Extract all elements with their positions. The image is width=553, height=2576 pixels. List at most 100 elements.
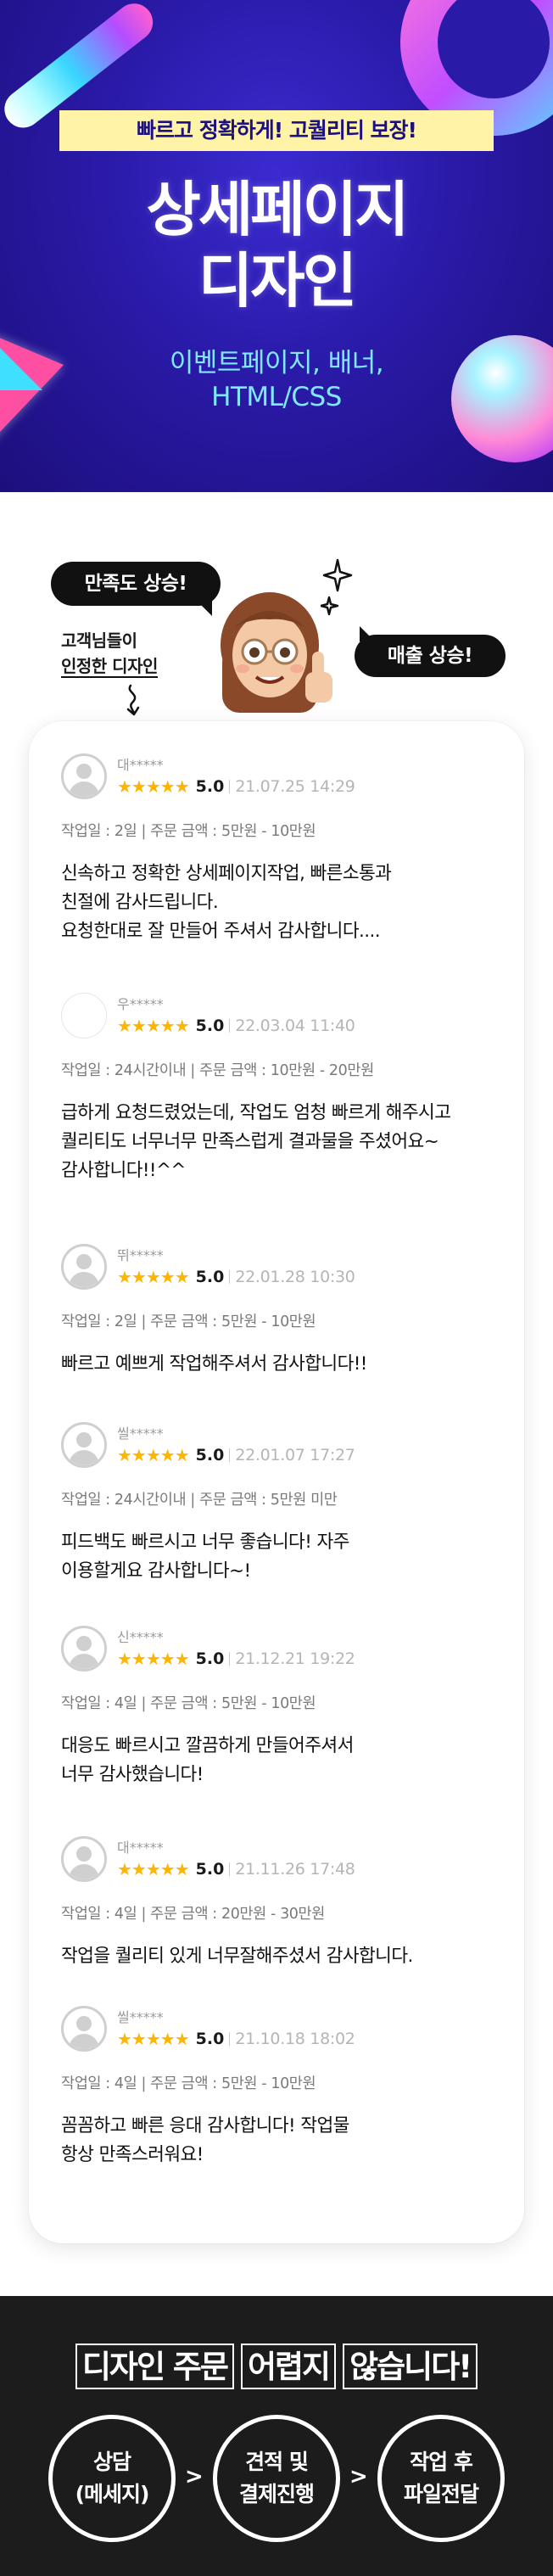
- intro-caption-line1: 고객님들이: [61, 630, 137, 651]
- review-item: 우***** ★★★★★ 5.0 22.03.04 11:40 작업일 : 24…: [61, 991, 492, 1242]
- divider: [229, 1862, 231, 1876]
- chevron-right-icon: >: [349, 2464, 368, 2489]
- reviewer-name: 대*****: [117, 757, 164, 773]
- user-avatar-icon: [61, 2006, 107, 2052]
- hero-subtitle-line2: HTML/CSS: [211, 382, 342, 412]
- hero-title-line2: 디자인: [198, 246, 357, 316]
- review-text: 신속하고 정확한 상세페이지작업, 빠른소통과 친절에 감사드립니다. 요청한대…: [61, 863, 392, 942]
- review-item: 신***** ★★★★★ 5.0 21.12.21 19:22 작업일 : 4일…: [61, 1624, 492, 1834]
- review-meta: 작업일 : 4일 | 주문 금액 : 20만원 - 30만원: [61, 1906, 325, 1923]
- review-item: 대***** ★★★★★ 5.0 21.11.26 17:48 작업일 : 4일…: [61, 1834, 492, 2004]
- rating-score: 5.0: [195, 1016, 225, 1035]
- rating-score: 5.0: [195, 2030, 225, 2048]
- divider: [229, 1448, 231, 1462]
- step-estimate-payment: 견적 및 결제진행: [213, 2415, 340, 2542]
- user-avatar-icon: [61, 993, 107, 1039]
- review-text: 작업을 퀄리티 있게 너무잘해주셨서 감사합니다.: [61, 1946, 413, 1967]
- reviews-intro: 만족도 상승! 고객님들이 인정한 디자인 매출 상승!: [0, 492, 553, 721]
- review-date: 21.11.26 17:48: [235, 1860, 355, 1879]
- chevron-right-icon: >: [185, 2464, 204, 2489]
- intro-caption: 고객님들이 인정한 디자인: [61, 628, 158, 679]
- review-text: 빠르고 예쁘게 작업해주셔서 감사합니다!!: [61, 1353, 367, 1375]
- rating-score: 5.0: [195, 1649, 225, 1668]
- review-date: 22.01.07 17:27: [235, 1446, 355, 1464]
- step-delivery: 작업 후 파일전달: [377, 2415, 505, 2542]
- process-heading-word: 않습니다!: [343, 2344, 478, 2389]
- divider: [229, 1270, 231, 1284]
- hero-tagline: 빠르고 정확하게! 고퀄리티 보장!: [59, 110, 494, 151]
- rating-row: ★★★★★ 5.0 22.01.28 10:30: [117, 1266, 355, 1288]
- star-rating-icon: ★★★★★: [117, 2029, 190, 2049]
- process-heading: 디자인 주문 어렵지 않습니다!: [0, 2344, 553, 2389]
- rating-score: 5.0: [195, 1860, 225, 1879]
- rating-row: ★★★★★ 5.0 21.11.26 17:48: [117, 1858, 355, 1880]
- review-text: 꼼꼼하고 빠른 응대 감사합니다! 작업물 항상 만족스러워요!: [61, 2115, 349, 2165]
- review-item: 씰***** ★★★★★ 5.0 22.01.07 17:27 작업일 : 24…: [61, 1420, 492, 1624]
- review-date: 22.01.28 10:30: [235, 1268, 355, 1286]
- reviewer-name: 우*****: [117, 996, 164, 1012]
- review-meta: 작업일 : 24시간이내 | 주문 금액 : 5만원 미만: [61, 1492, 338, 1509]
- reviews-section: 대***** ★★★★★ 5.0 21.07.25 14:29 작업일 : 2일…: [0, 721, 553, 2296]
- user-avatar-icon: [61, 1244, 107, 1290]
- order-process-section: 디자인 주문 어렵지 않습니다! 상담 (메세지) > 견적 및 결제진행 > …: [0, 2296, 553, 2576]
- step-label-line1: 작업 후: [410, 2450, 473, 2474]
- review-text: 대응도 빠르시고 깔끔하게 만들어주셔서 너무 감사했습니다!: [61, 1735, 354, 1785]
- rating-row: ★★★★★ 5.0 21.12.21 19:22: [117, 1648, 355, 1670]
- process-heading-word: 디자인 주문: [75, 2344, 234, 2389]
- review-text: 피드백도 빠르시고 너무 좋습니다! 자주 이용할게요 감사합니다~!: [61, 1532, 349, 1582]
- user-avatar-icon: [61, 1422, 107, 1468]
- satisfaction-bubble: 만족도 상승!: [51, 562, 221, 616]
- star-rating-icon: ★★★★★: [117, 1445, 190, 1465]
- step-consultation: 상담 (메세지): [48, 2415, 176, 2542]
- reviewer-name: 대*****: [117, 1840, 164, 1856]
- review-meta: 작업일 : 2일 | 주문 금액 : 5만원 - 10만원: [61, 1313, 316, 1330]
- divider: [229, 1652, 231, 1666]
- reviewer-name: 씰*****: [117, 2009, 164, 2025]
- intro-caption-line2: 인정한 디자인: [61, 656, 158, 678]
- review-item: 뛰***** ★★★★★ 5.0 22.01.28 10:30 작업일 : 2일…: [61, 1242, 492, 1420]
- hero-subtitle-line1: 이벤트페이지, 배너,: [169, 348, 384, 378]
- divider: [229, 2032, 231, 2046]
- review-date: 21.10.18 18:02: [235, 2030, 355, 2048]
- hero-title-line1: 상세페이지: [146, 175, 410, 244]
- reviewer-name: 신*****: [117, 1629, 164, 1645]
- review-meta: 작업일 : 24시간이내 | 주문 금액 : 10만원 - 20만원: [61, 1062, 374, 1079]
- curly-arrow-icon: [126, 684, 140, 716]
- step-label-line2: 파일전달: [403, 2482, 479, 2506]
- sales-bubble: 매출 상승!: [355, 626, 506, 677]
- rating-row: ★★★★★ 5.0 21.10.18 18:02: [117, 2028, 355, 2050]
- review-item: 씰***** ★★★★★ 5.0 21.10.18 18:02 작업일 : 4일…: [61, 2004, 492, 2213]
- rating-score: 5.0: [195, 1268, 225, 1286]
- reviewer-name: 뛰*****: [117, 1247, 164, 1263]
- star-rating-icon: ★★★★★: [117, 1267, 190, 1287]
- review-date: 21.07.25 14:29: [235, 777, 355, 796]
- rating-score: 5.0: [195, 1446, 225, 1464]
- divider: [229, 1019, 231, 1033]
- process-heading-word: 어렵지: [240, 2344, 337, 2389]
- star-rating-icon: ★★★★★: [117, 776, 190, 797]
- review-item: 대***** ★★★★★ 5.0 21.07.25 14:29 작업일 : 2일…: [61, 752, 492, 991]
- hero-banner: 빠르고 정확하게! 고퀄리티 보장! 상세페이지 디자인 이벤트페이지, 배너,…: [0, 0, 553, 492]
- star-rating-icon: ★★★★★: [117, 1649, 190, 1669]
- user-avatar-icon: [61, 753, 107, 799]
- review-date: 22.03.04 11:40: [235, 1016, 355, 1035]
- reviews-card: 대***** ★★★★★ 5.0 21.07.25 14:29 작업일 : 2일…: [29, 721, 524, 2243]
- rating-row: ★★★★★ 5.0 21.07.25 14:29: [117, 776, 355, 798]
- reviewer-name: 씰*****: [117, 1425, 164, 1442]
- star-rating-icon: ★★★★★: [117, 1016, 190, 1036]
- step-label-line1: 견적 및: [245, 2450, 309, 2474]
- rating-row: ★★★★★ 5.0 22.01.07 17:27: [117, 1444, 355, 1466]
- step-label-line1: 상담: [92, 2450, 131, 2474]
- review-meta: 작업일 : 4일 | 주문 금액 : 5만원 - 10만원: [61, 2075, 316, 2092]
- review-date: 21.12.21 19:22: [235, 1649, 355, 1668]
- user-avatar-icon: [61, 1836, 107, 1882]
- star-rating-icon: ★★★★★: [117, 1859, 190, 1879]
- user-avatar-icon: [61, 1626, 107, 1672]
- step-label-line2: 결제진행: [238, 2482, 315, 2506]
- sparkle-icon: [321, 558, 353, 616]
- rating-row: ★★★★★ 5.0 22.03.04 11:40: [117, 1015, 355, 1037]
- divider: [229, 780, 231, 793]
- review-meta: 작업일 : 2일 | 주문 금액 : 5만원 - 10만원: [61, 823, 316, 840]
- rating-score: 5.0: [195, 777, 225, 796]
- process-steps: 상담 (메세지) > 견적 및 결제진행 > 작업 후 파일전달: [0, 2415, 553, 2547]
